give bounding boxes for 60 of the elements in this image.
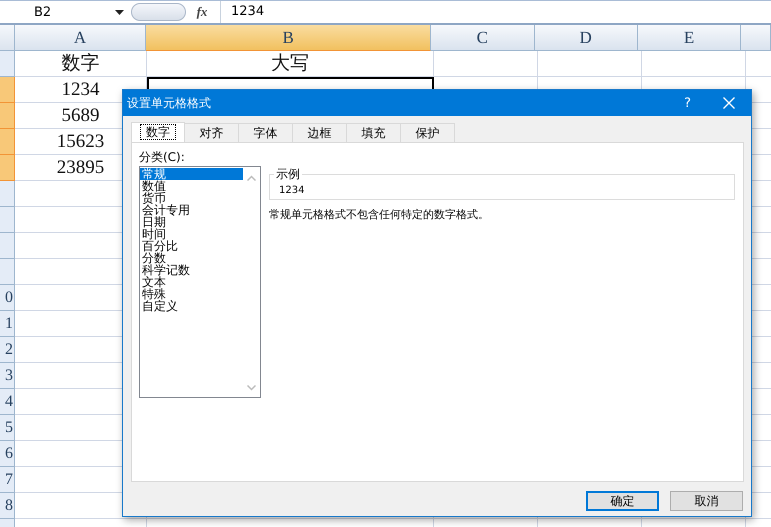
row-header[interactable] xyxy=(0,51,15,77)
category-item[interactable]: 常规 xyxy=(140,168,243,180)
row-header[interactable]: 6 xyxy=(0,441,15,467)
column-header[interactable]: B xyxy=(146,25,432,51)
function-button[interactable]: fx xyxy=(190,4,214,20)
help-button[interactable]: ? xyxy=(684,96,691,110)
row-header[interactable] xyxy=(0,207,15,233)
column-header[interactable]: D xyxy=(534,25,638,51)
category-item[interactable]: 特殊 xyxy=(140,288,243,300)
row-header[interactable]: 4 xyxy=(0,389,15,415)
tab[interactable]: 填充 xyxy=(347,123,401,142)
tab[interactable]: 对齐 xyxy=(185,123,239,142)
dialog-button[interactable]: 取消 xyxy=(670,491,743,511)
scroll-down-icon[interactable] xyxy=(247,385,256,391)
category-item[interactable]: 数值 xyxy=(140,180,243,192)
category-item[interactable]: 自定义 xyxy=(140,300,243,312)
category-item[interactable]: 日期 xyxy=(140,216,243,228)
category-item[interactable]: 百分比 xyxy=(140,240,243,252)
row-header[interactable] xyxy=(0,181,15,207)
row-header[interactable]: 5 xyxy=(0,415,15,441)
close-icon[interactable] xyxy=(723,97,735,109)
formula-field[interactable]: 1234 xyxy=(220,1,264,23)
row-header[interactable]: 0 xyxy=(0,285,15,311)
row-header[interactable]: 3 xyxy=(0,363,15,389)
tab[interactable]: 边框 xyxy=(293,123,347,142)
column-header[interactable]: A xyxy=(14,25,146,51)
row-header[interactable]: 7 xyxy=(0,467,15,493)
row-header[interactable] xyxy=(0,77,15,103)
category-item[interactable]: 分数 xyxy=(140,252,243,264)
scroll-up-icon[interactable] xyxy=(247,175,256,181)
row-header[interactable] xyxy=(0,259,15,285)
name-box[interactable]: B2 xyxy=(0,1,128,23)
column-header[interactable]: E xyxy=(638,25,742,51)
tab[interactable]: 保护 xyxy=(401,123,455,142)
dialog-button[interactable]: 确定 xyxy=(586,491,659,511)
row-header[interactable]: 8 xyxy=(0,493,15,519)
tab[interactable]: 字体 xyxy=(239,123,293,142)
category-item[interactable]: 会计专用 xyxy=(140,204,243,216)
description-text: 常规单元格格式不包含任何特定的数字格式。 xyxy=(269,207,490,222)
row-header[interactable] xyxy=(0,103,15,129)
resize-handle[interactable] xyxy=(131,3,186,21)
table-cell: 数字 xyxy=(15,51,147,77)
row-header[interactable] xyxy=(0,155,15,181)
category-item[interactable]: 科学记数 xyxy=(140,264,243,276)
table-cell: 大写 xyxy=(147,51,434,77)
sample-value: 1234 xyxy=(279,185,306,197)
column-header[interactable] xyxy=(741,25,771,51)
row-header[interactable] xyxy=(0,233,15,259)
category-item[interactable]: 时间 xyxy=(140,228,243,240)
sample-label: 示例 xyxy=(274,166,302,183)
tab[interactable]: 数字 xyxy=(131,122,185,142)
row-header[interactable]: 2 xyxy=(0,337,15,363)
column-header[interactable]: C xyxy=(431,25,535,51)
select-all-corner[interactable] xyxy=(0,25,15,51)
caret-icon[interactable] xyxy=(115,10,124,14)
category-item[interactable]: 文本 xyxy=(140,276,243,288)
category-item[interactable]: 货币 xyxy=(140,192,243,204)
row-header[interactable] xyxy=(0,129,15,155)
category-list[interactable]: 常规 数值 货币 会计专用 日期 时间 百分比 分数 科学记数 文本 特殊 自定义 xyxy=(139,166,261,398)
row-header[interactable]: 1 xyxy=(0,311,15,337)
